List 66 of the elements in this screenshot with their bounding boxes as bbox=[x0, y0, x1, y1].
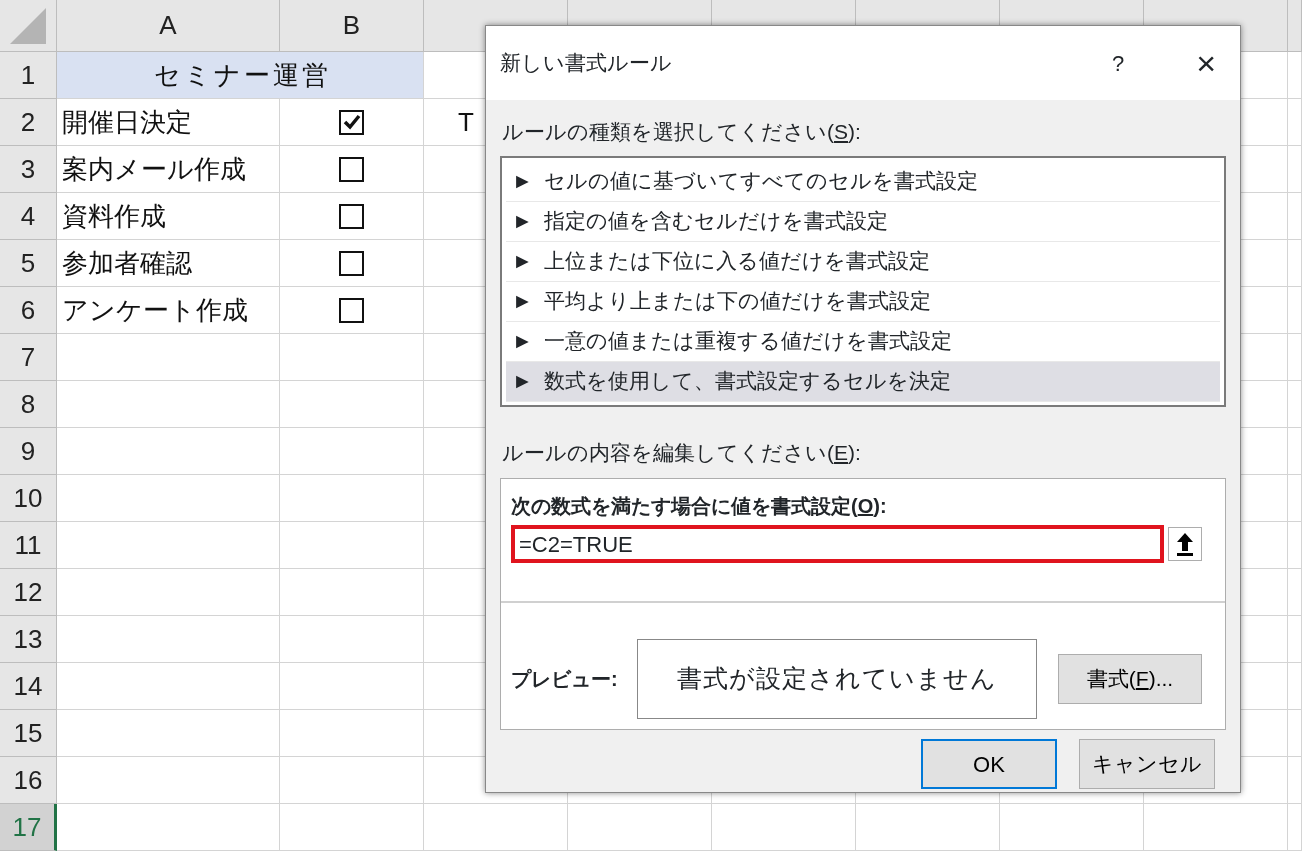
column-header[interactable]: A bbox=[57, 0, 280, 52]
table-cell bbox=[1288, 193, 1302, 240]
table-cell: 参加者確認 bbox=[57, 240, 280, 287]
table-cell bbox=[1288, 804, 1302, 851]
table-cell bbox=[1288, 475, 1302, 522]
row-header[interactable]: 14 bbox=[0, 663, 57, 710]
checkbox[interactable] bbox=[339, 203, 364, 229]
formula-label: 次の数式を満たす場合に値を書式設定(O): bbox=[511, 494, 887, 519]
rule-type-item[interactable]: ► 一意の値または重複する値だけを書式設定 bbox=[506, 321, 1220, 362]
column-header[interactable]: B bbox=[280, 0, 424, 52]
row-header[interactable]: 1 bbox=[0, 52, 57, 99]
row-header[interactable]: 16 bbox=[0, 757, 57, 804]
table-cell bbox=[1288, 240, 1302, 287]
checkbox[interactable] bbox=[339, 250, 364, 276]
row-header[interactable]: 13 bbox=[0, 616, 57, 663]
table-cell bbox=[1288, 381, 1302, 428]
row-header[interactable]: 5 bbox=[0, 240, 57, 287]
table-cell bbox=[1288, 99, 1302, 146]
row-header[interactable]: 11 bbox=[0, 522, 57, 569]
checkbox[interactable] bbox=[339, 297, 364, 323]
checkbox[interactable] bbox=[339, 109, 364, 135]
row-header[interactable]: 15 bbox=[0, 710, 57, 757]
row-header[interactable]: 3 bbox=[0, 146, 57, 193]
table-cell bbox=[1288, 663, 1302, 710]
table-cell: アンケート作成 bbox=[57, 287, 280, 334]
row-header[interactable]: 17 bbox=[0, 804, 57, 851]
table-cell: 開催日決定 bbox=[57, 99, 280, 146]
rule-type-item[interactable]: ► セルの値に基づいてすべてのセルを書式設定 bbox=[506, 161, 1220, 202]
table-cell bbox=[1288, 287, 1302, 334]
table-cell bbox=[1288, 569, 1302, 616]
dialog-title: 新しい書式ルール bbox=[500, 50, 673, 77]
rule-type-item[interactable]: ► 平均より上または下の値だけを書式設定 bbox=[506, 281, 1220, 322]
table-cell bbox=[1288, 146, 1302, 193]
rule-type-item[interactable]: ► 指定の値を含むセルだけを書式設定 bbox=[506, 201, 1220, 242]
row-header[interactable]: 12 bbox=[0, 569, 57, 616]
row-header[interactable]: 10 bbox=[0, 475, 57, 522]
cancel-button[interactable]: キャンセル bbox=[1079, 739, 1215, 789]
format-button[interactable]: 書式(F)... bbox=[1058, 654, 1202, 704]
table-cell bbox=[1288, 616, 1302, 663]
row-header[interactable]: 8 bbox=[0, 381, 57, 428]
table-cell: 資料作成 bbox=[57, 193, 280, 240]
help-button[interactable]: ? bbox=[1111, 46, 1149, 80]
collapse-dialog-button[interactable] bbox=[1168, 527, 1202, 561]
table-cell bbox=[1288, 757, 1302, 804]
table-cell: 案内メール作成 bbox=[57, 146, 280, 193]
rule-type-item[interactable]: ► 上位または下位に入る値だけを書式設定 bbox=[506, 241, 1220, 282]
table-cell bbox=[1288, 710, 1302, 757]
table-cell bbox=[1288, 334, 1302, 381]
merged-cell: セミナー運営 bbox=[57, 52, 424, 99]
table-cell bbox=[1288, 428, 1302, 475]
row-header[interactable]: 9 bbox=[0, 428, 57, 475]
arrow-up-icon bbox=[1175, 531, 1195, 557]
rule-type-item[interactable]: ► 数式を使用して、書式設定するセルを決定 bbox=[506, 361, 1220, 402]
preview-box: 書式が設定されていません bbox=[637, 639, 1037, 719]
table-cell bbox=[1288, 522, 1302, 569]
formula-field[interactable]: =C2=TRUE bbox=[511, 525, 1164, 563]
section-label: ルールの内容を編集してください(E): bbox=[502, 439, 861, 466]
row-header[interactable]: 7 bbox=[0, 334, 57, 381]
close-button[interactable]: × bbox=[1196, 46, 1216, 80]
ok-button[interactable]: OK bbox=[921, 739, 1057, 789]
row-header[interactable]: 6 bbox=[0, 287, 57, 334]
checkbox[interactable] bbox=[339, 156, 364, 182]
table-cell bbox=[1288, 52, 1302, 99]
row-header[interactable]: 4 bbox=[0, 193, 57, 240]
preview-label: プレビュー: bbox=[511, 667, 619, 692]
row-header[interactable]: 2 bbox=[0, 99, 57, 146]
